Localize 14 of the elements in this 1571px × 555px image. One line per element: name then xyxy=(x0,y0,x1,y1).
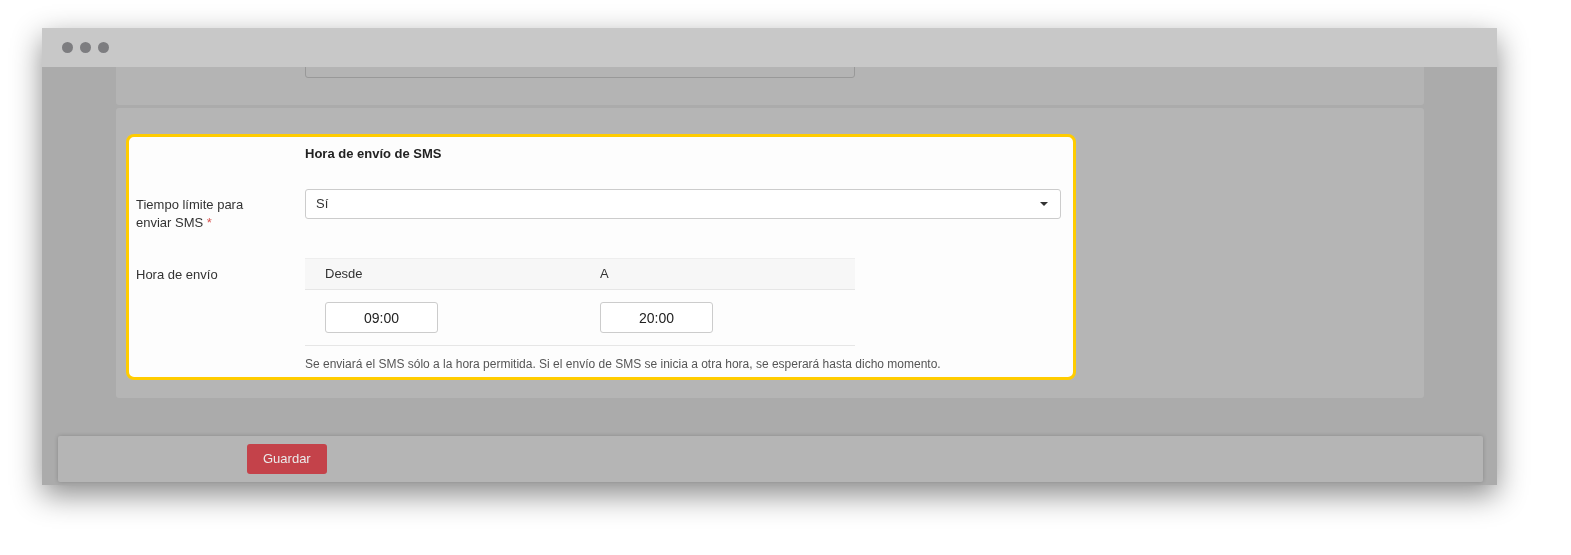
save-button[interactable]: Guardar xyxy=(247,444,327,474)
window-control-icon[interactable] xyxy=(80,42,91,53)
column-header: Desde xyxy=(325,266,363,282)
section-title: Hora de envío de SMS xyxy=(305,146,442,161)
time-input[interactable]: 09:00 xyxy=(325,302,438,333)
caret-icon xyxy=(1040,202,1048,206)
window-control-icon[interactable] xyxy=(62,42,73,53)
field-label: Hora de envío xyxy=(136,266,219,284)
select-field[interactable]: Sí xyxy=(305,189,1061,219)
help-text: Se enviará el SMS sólo a la hora permitida. Si el envío de SMS se inicia a otra hora, se esperará hasta dicho momento. xyxy=(305,357,941,371)
window-control-icon[interactable] xyxy=(98,42,109,53)
column-header: A xyxy=(600,266,609,282)
field-label: Tiempo límite para enviar SMS * xyxy=(136,196,245,232)
time-input[interactable]: 20:00 xyxy=(600,302,713,333)
